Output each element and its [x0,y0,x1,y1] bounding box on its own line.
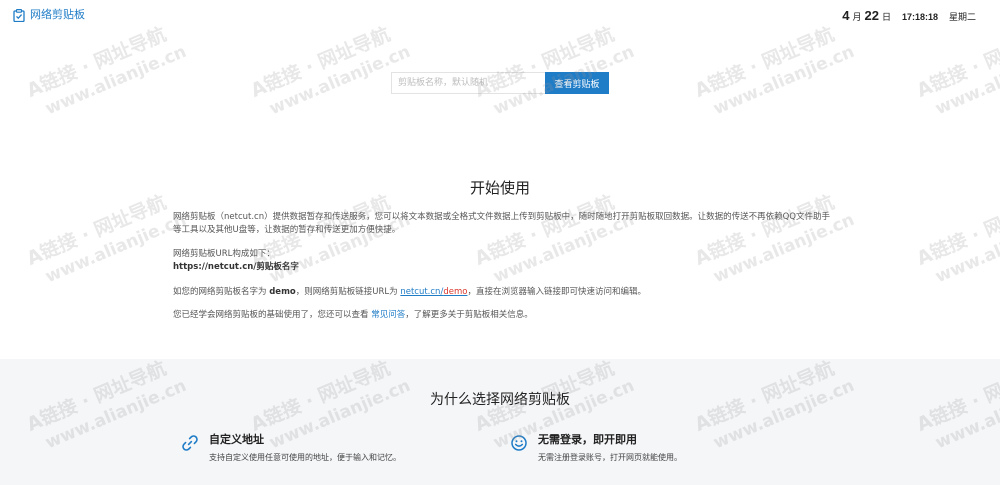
faq-suffix: ，了解更多关于剪贴板相关信息。 [405,310,533,320]
example-paragraph: 如您的网络剪贴板名字为 demo，则网络剪贴板链接URL为 netcut.cn/… [173,286,646,299]
demo-link-host: netcut.cn/ [400,287,444,297]
clipboard-icon [13,8,25,22]
brand-name: 网络剪贴板 [30,8,85,21]
url-format-paragraph: 网络剪贴板URL构成如下： https://netcut.cn/剪贴板名字 [173,248,299,274]
clock-time: 17:18:18 [901,12,938,22]
intro-paragraph: 网络剪贴板（netcut.cn）提供数据暂存和传送服务，您可以将文本数据或全格式… [173,212,830,235]
view-clipboard-button[interactable]: 查看剪贴板 [545,72,609,94]
top-bar: 网络剪贴板 4 月 22 日 17:18:18 星期二 [0,0,1000,30]
smile-icon [510,433,528,463]
feature-title: 无需登录，即开即用 [538,433,637,446]
faq-link[interactable]: 常见问答 [371,310,405,320]
why-section-title: 为什么选择网络剪贴板 [430,392,570,408]
watermark: A链接 · 网址导航www.alianjie.cn [23,191,190,288]
weekday: 星期二 [948,12,976,22]
link-icon [181,433,199,463]
demo-link[interactable]: netcut.cn/demo [400,287,467,297]
clipboard-name-input[interactable] [391,72,545,94]
url-pattern: https://netcut.cn/剪贴板名字 [173,262,299,272]
faq-prefix: 您已经学会网络剪贴板的基础使用了，您还可以查看 [173,310,369,320]
watermark: A链接 · 网址导航www.alianjie.cn [247,191,414,288]
watermark: A链接 · 网址导航www.alianjie.cn [471,23,638,120]
watermark: A链接 · 网址导航www.alianjie.cn [691,191,858,288]
clipboard-search: 查看剪贴板 [391,72,609,94]
example-suffix: ，直接在浏览器输入链接即可快速访问和编辑。 [467,287,646,297]
demo-link-path: demo [443,287,468,297]
brand[interactable]: 网络剪贴板 [13,7,85,23]
feature-title: 自定义地址 [209,433,264,446]
date-month: 4 [842,8,850,23]
feature-custom-address: 自定义地址 支持自定义使用任意可使用的地址，便于输入和记忆。 [181,433,401,463]
faq-paragraph: 您已经学会网络剪贴板的基础使用了，您还可以查看 常见问答，了解更多关于剪贴板相关… [173,309,533,322]
date-day-unit: 日 [881,12,891,22]
url-format-label: 网络剪贴板URL构成如下： [173,249,275,259]
feature-no-login: 无需登录，即开即用 无需注册登录账号，打开网页就能使用。 [510,433,682,463]
start-section-title: 开始使用 [469,179,530,197]
example-prefix: 如您的网络剪贴板名字为 [173,287,267,297]
watermark: A链接 · 网址导航www.alianjie.cn [913,191,1000,288]
watermark: A链接 · 网址导航www.alianjie.cn [471,191,638,288]
datetime-display: 4 月 22 日 17:18:18 星期二 [842,8,976,23]
feature-description: 支持自定义使用任意可使用的地址，便于输入和记忆。 [209,453,401,462]
feature-description: 无需注册登录账号，打开网页就能使用。 [538,453,682,462]
date-month-unit: 月 [852,12,862,22]
watermark: A链接 · 网址导航www.alianjie.cn [247,23,414,120]
date-day: 22 [864,8,879,23]
example-mid: ，则网络剪贴板链接URL为 [295,287,398,297]
watermark: A链接 · 网址导航www.alianjie.cn [691,23,858,120]
why-section: 为什么选择网络剪贴板 自定义地址 支持自定义使用任意可使用的地址，便于输入和记忆… [0,359,1000,485]
example-name: demo [269,287,296,297]
watermark: A链接 · 网址导航www.alianjie.cn [913,23,1000,120]
watermark: A链接 · 网址导航www.alianjie.cn [23,23,190,120]
